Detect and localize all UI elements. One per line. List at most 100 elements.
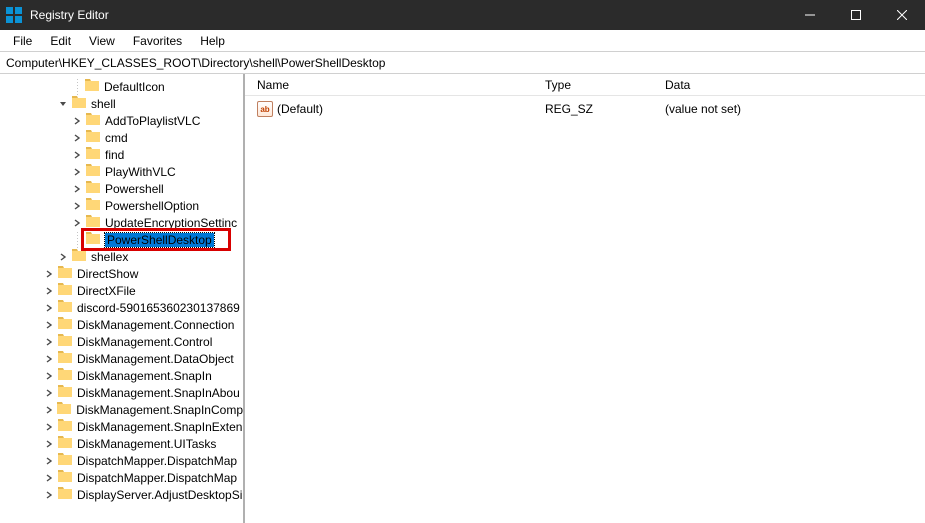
close-button[interactable]: [879, 0, 925, 30]
tree-item-label: discord-590165360230137869: [77, 301, 240, 315]
tree-item[interactable]: DiskManagement.SnapInExten: [0, 418, 243, 435]
tree-item[interactable]: PowershellOption: [0, 197, 243, 214]
tree-item-label: PowershellOption: [105, 199, 199, 213]
values-panel: Name Type Data ab(Default)REG_SZ(value n…: [245, 74, 925, 523]
tree-item[interactable]: discord-590165360230137869: [0, 299, 243, 316]
chevron-right-icon[interactable]: [42, 454, 56, 468]
tree-item[interactable]: shell: [0, 95, 243, 112]
tree-item[interactable]: DiskManagement.Control: [0, 333, 243, 350]
menu-file[interactable]: File: [4, 32, 41, 50]
folder-icon: [57, 418, 77, 435]
tree-item[interactable]: find: [0, 146, 243, 163]
tree-item-label: AddToPlaylistVLC: [105, 114, 200, 128]
tree-item-label: cmd: [105, 131, 128, 145]
tree-panel[interactable]: DefaultIcon shell AddToPlaylistVLC cmd find P…: [0, 74, 245, 523]
tree-item[interactable]: DispatchMapper.DispatchMap: [0, 452, 243, 469]
tree-item-label: DiskManagement.SnapIn: [77, 369, 212, 383]
tree-item-label: DiskManagement.UITasks: [77, 437, 216, 451]
col-header-type[interactable]: Type: [541, 78, 661, 92]
chevron-right-icon[interactable]: [70, 182, 84, 196]
chevron-right-icon[interactable]: [42, 335, 56, 349]
chevron-right-icon[interactable]: [42, 488, 56, 502]
tree-item[interactable]: DiskManagement.SnapIn: [0, 367, 243, 384]
window-title: Registry Editor: [30, 8, 109, 22]
tree-item[interactable]: AddToPlaylistVLC: [0, 112, 243, 129]
chevron-right-icon[interactable]: [56, 250, 70, 264]
tree-item-label: DiskManagement.SnapInAbou: [77, 386, 240, 400]
tree-item-label: DiskManagement.DataObject: [77, 352, 234, 366]
tree-item[interactable]: PlayWithVLC: [0, 163, 243, 180]
folder-icon: [57, 282, 77, 299]
col-header-data[interactable]: Data: [661, 78, 925, 92]
folder-icon: [85, 163, 105, 180]
folder-icon: [57, 452, 77, 469]
tree-item[interactable]: PowerShellDesktop: [0, 231, 243, 248]
tree-item-label: DispatchMapper.DispatchMap: [77, 454, 237, 468]
chevron-right-icon[interactable]: [42, 301, 56, 315]
folder-icon: [57, 486, 77, 503]
value-type: REG_SZ: [541, 102, 661, 116]
tree-item[interactable]: DiskManagement.UITasks: [0, 435, 243, 452]
tree-item[interactable]: cmd: [0, 129, 243, 146]
address-bar[interactable]: Computer\HKEY_CLASSES_ROOT\Directory\she…: [0, 52, 925, 74]
chevron-right-icon[interactable]: [42, 318, 56, 332]
chevron-right-icon[interactable]: [42, 369, 56, 383]
folder-icon: [84, 78, 104, 95]
chevron-right-icon[interactable]: [70, 148, 84, 162]
menu-view[interactable]: View: [80, 32, 124, 50]
tree-item-label: DiskManagement.Connection: [77, 318, 234, 332]
tree-item-label: find: [105, 148, 124, 162]
tree-line: [70, 78, 84, 95]
tree-item[interactable]: DiskManagement.Connection: [0, 316, 243, 333]
tree-item-label: DiskManagement.Control: [77, 335, 212, 349]
chevron-down-icon[interactable]: [56, 97, 70, 111]
folder-icon: [57, 367, 77, 384]
chevron-right-icon[interactable]: [70, 165, 84, 179]
chevron-right-icon[interactable]: [42, 267, 56, 281]
minimize-button[interactable]: [787, 0, 833, 30]
menubar: File Edit View Favorites Help: [0, 30, 925, 52]
tree-item-label: PlayWithVLC: [105, 165, 176, 179]
chevron-right-icon[interactable]: [70, 199, 84, 213]
chevron-right-icon[interactable]: [70, 114, 84, 128]
menu-favorites[interactable]: Favorites: [124, 32, 191, 50]
tree-item[interactable]: DiskManagement.SnapInAbou: [0, 384, 243, 401]
tree-item[interactable]: DiskManagement.DataObject: [0, 350, 243, 367]
folder-icon: [85, 180, 105, 197]
values-list[interactable]: ab(Default)REG_SZ(value not set): [245, 96, 925, 118]
folder-icon: [57, 384, 77, 401]
chevron-right-icon[interactable]: [42, 386, 56, 400]
value-row[interactable]: ab(Default)REG_SZ(value not set): [253, 100, 925, 118]
values-header: Name Type Data: [245, 74, 925, 96]
app-icon: [6, 7, 22, 23]
folder-icon: [57, 299, 77, 316]
chevron-right-icon[interactable]: [42, 471, 56, 485]
folder-icon: [57, 333, 77, 350]
chevron-right-icon[interactable]: [42, 437, 56, 451]
folder-icon: [71, 248, 91, 265]
chevron-right-icon[interactable]: [42, 284, 56, 298]
menu-help[interactable]: Help: [191, 32, 234, 50]
maximize-button[interactable]: [833, 0, 879, 30]
value-name: (Default): [277, 102, 323, 116]
tree-item[interactable]: DispatchMapper.DispatchMap: [0, 469, 243, 486]
tree-item[interactable]: DirectXFile: [0, 282, 243, 299]
tree-item-label: shell: [91, 97, 116, 111]
folder-icon: [85, 197, 105, 214]
tree-item[interactable]: DisplayServer.AdjustDesktopSi: [0, 486, 243, 503]
folder-icon: [57, 469, 77, 486]
tree-item[interactable]: DirectShow: [0, 265, 243, 282]
col-header-name[interactable]: Name: [253, 78, 541, 92]
chevron-right-icon[interactable]: [70, 131, 84, 145]
chevron-right-icon[interactable]: [42, 420, 56, 434]
menu-edit[interactable]: Edit: [41, 32, 80, 50]
tree-item-label: DiskManagement.SnapInComp: [76, 403, 243, 417]
folder-icon: [85, 146, 105, 163]
reg-string-icon: ab: [257, 101, 273, 117]
chevron-right-icon[interactable]: [42, 403, 55, 417]
tree-item[interactable]: DefaultIcon: [0, 78, 243, 95]
chevron-right-icon[interactable]: [42, 352, 56, 366]
folder-icon: [57, 435, 77, 452]
tree-item[interactable]: Powershell: [0, 180, 243, 197]
tree-item[interactable]: DiskManagement.SnapInComp: [0, 401, 243, 418]
